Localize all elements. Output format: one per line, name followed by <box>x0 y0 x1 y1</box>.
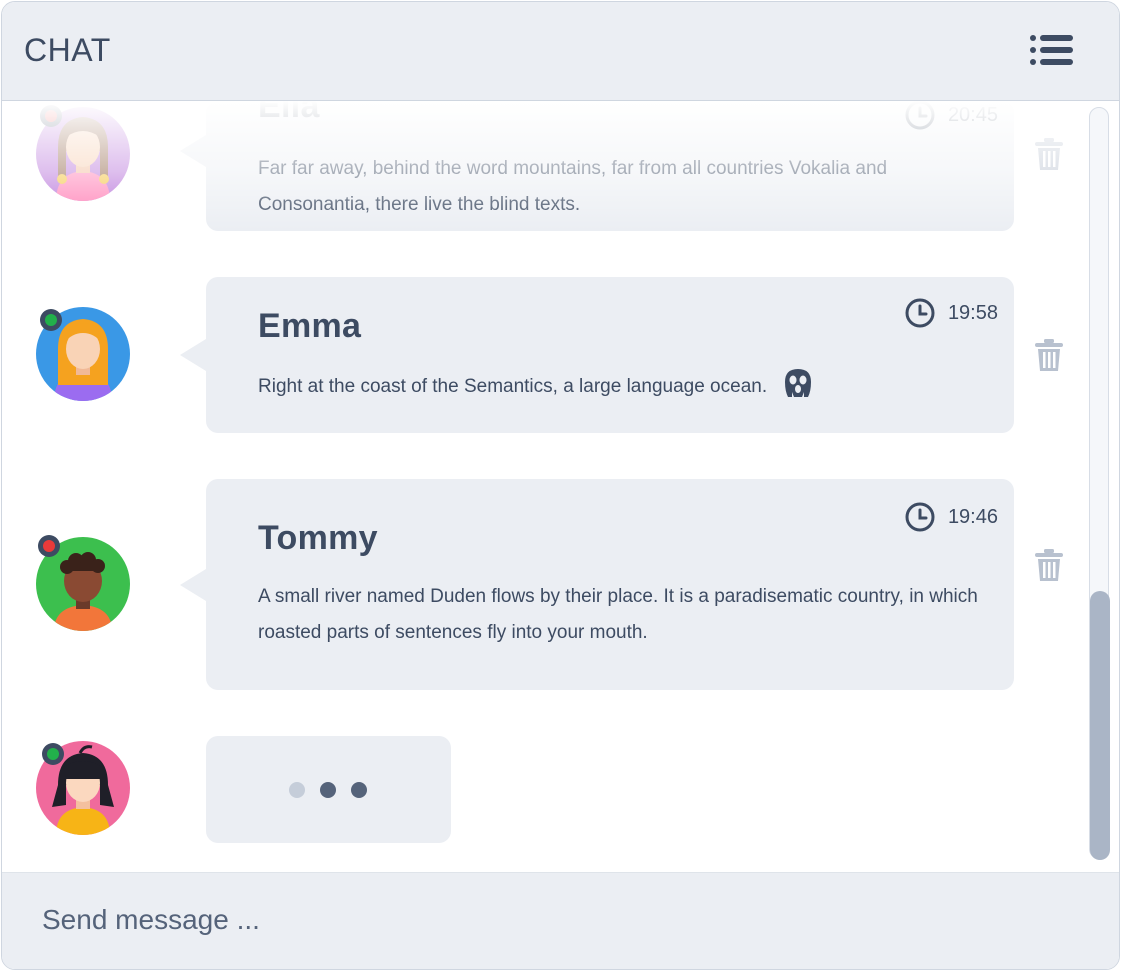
scrollbar-thumb[interactable] <box>1090 591 1110 860</box>
chat-title: CHAT <box>24 32 111 68</box>
send-message-input[interactable] <box>40 897 1084 943</box>
typing-dot <box>351 782 367 798</box>
typing-dot <box>320 782 336 798</box>
status-online-indicator <box>42 743 64 765</box>
message-list[interactable]: Ella 20:45 Far far away, behind the word… <box>2 101 1119 873</box>
typing-dot <box>289 782 305 798</box>
list-menu-icon[interactable] <box>1028 34 1074 66</box>
typing-item <box>2 101 1082 861</box>
chat-window: CHAT Ella 20:45 Far far away, behind the… <box>1 1 1120 970</box>
typing-indicator <box>206 736 451 843</box>
chat-header: CHAT <box>2 2 1119 101</box>
message-composer <box>2 872 1119 969</box>
